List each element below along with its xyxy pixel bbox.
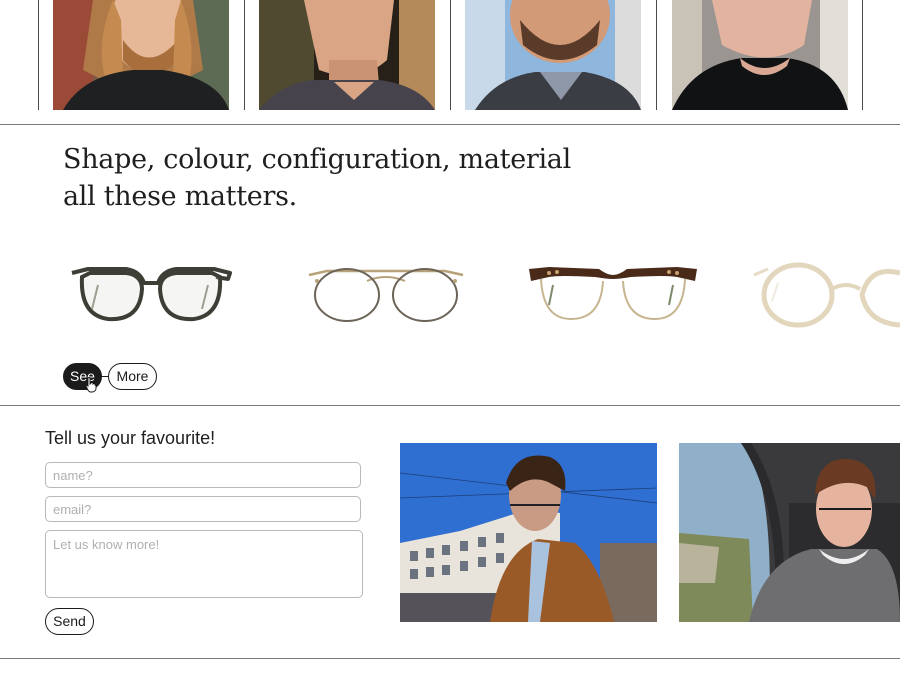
glasses-clear-round[interactable] — [750, 255, 900, 335]
glasses-dark-acetate[interactable] — [68, 255, 234, 335]
glasses-gold-double-bridge[interactable] — [305, 255, 467, 335]
portrait-strip — [0, 0, 900, 110]
strip-divider — [862, 0, 863, 110]
portrait-photo-4[interactable] — [672, 0, 848, 110]
portrait-photo-icon — [53, 0, 229, 110]
glasses-tortoise-browline[interactable] — [527, 255, 699, 335]
strip-divider — [38, 0, 39, 110]
form-title: Tell us your favourite! — [45, 428, 216, 448]
strip-divider — [450, 0, 451, 110]
heading-line-1: Shape, colour, configuration, material — [63, 144, 571, 175]
portrait-photo-icon — [672, 0, 848, 110]
tortoise-browline-frame-icon — [529, 267, 697, 321]
strip-divider — [244, 0, 245, 110]
strip-divider — [656, 0, 657, 110]
street-photo[interactable] — [400, 443, 657, 622]
section-divider — [0, 124, 900, 125]
street-photo-icon — [400, 443, 657, 622]
name-field[interactable] — [45, 462, 361, 488]
send-button[interactable]: Send — [45, 608, 94, 635]
section-heading: Shape, colour, configuration, material a… — [63, 141, 623, 215]
train-window-photo-icon — [679, 443, 900, 622]
train-window-photo[interactable] — [679, 443, 900, 622]
section-divider — [0, 658, 900, 659]
portrait-photo-icon — [259, 0, 435, 110]
email-field[interactable] — [45, 496, 361, 522]
hand-cursor-icon — [85, 377, 97, 393]
portrait-photo-3[interactable] — [465, 0, 641, 110]
portrait-photo-icon — [465, 0, 641, 110]
gold-double-bridge-frame-icon — [308, 268, 464, 322]
portrait-photo-2[interactable] — [259, 0, 435, 110]
heading-line-2: all these matters. — [63, 181, 297, 212]
portrait-photo-1[interactable] — [53, 0, 229, 110]
message-field[interactable] — [45, 530, 363, 598]
clear-round-frame-icon — [753, 262, 900, 328]
dark-acetate-frame-icon — [71, 267, 232, 322]
more-button[interactable]: More — [108, 363, 157, 390]
section-divider — [0, 405, 900, 406]
